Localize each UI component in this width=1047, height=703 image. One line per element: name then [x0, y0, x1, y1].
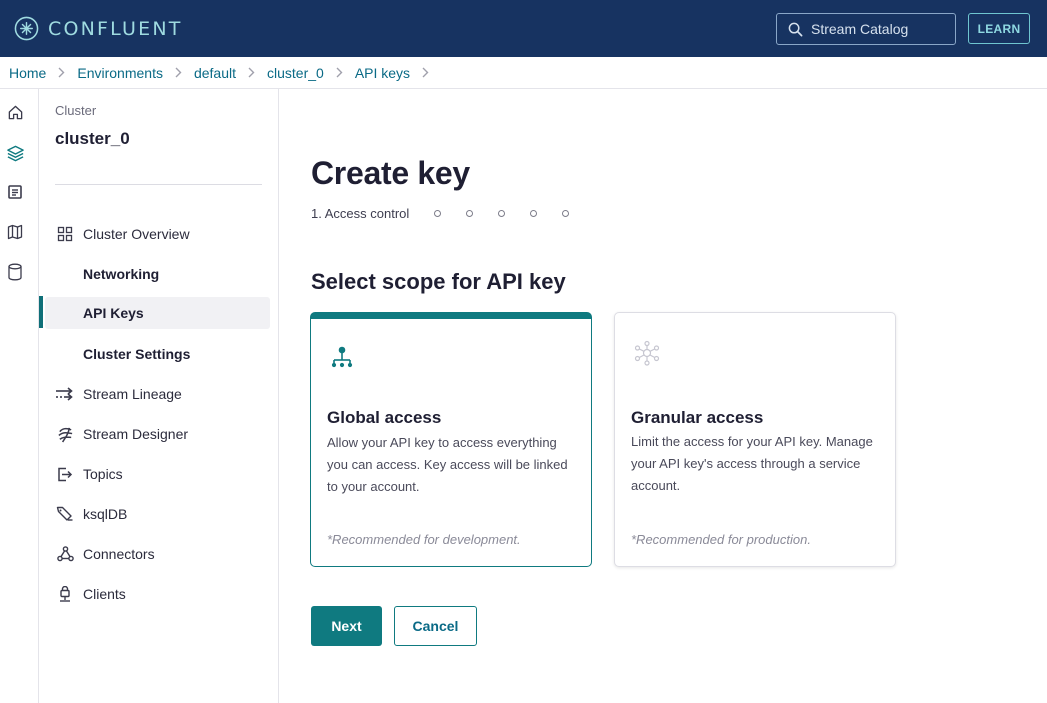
network-icon	[634, 340, 660, 366]
stream-catalog-search[interactable]: Stream Catalog	[776, 13, 956, 45]
sidebar-item-label: Stream Designer	[83, 426, 189, 442]
document-icon[interactable]	[5, 182, 25, 202]
card-title: Granular access	[631, 408, 764, 427]
home-icon[interactable]	[5, 102, 25, 122]
step-dot	[466, 210, 474, 217]
sidebar-item-cluster-settings[interactable]: Cluster Settings	[45, 338, 270, 370]
wizard-stepper: 1. Access control	[311, 206, 570, 221]
icon-rail	[0, 89, 39, 703]
card-note: *Recommended for development.	[327, 532, 521, 547]
breadcrumb: Home Environments default cluster_0 API …	[0, 57, 1047, 89]
card-description: Allow your API key to access everything …	[327, 435, 568, 494]
search-label: Stream Catalog	[811, 21, 909, 37]
learn-button[interactable]: LEARN	[968, 13, 1030, 44]
active-indicator	[39, 296, 43, 328]
step-label: 1. Access control	[311, 206, 410, 221]
sidebar-item-stream-designer[interactable]: Stream Designer	[45, 418, 270, 450]
step-dot	[562, 210, 570, 217]
database-icon[interactable]	[5, 262, 25, 282]
breadcrumb-api-keys[interactable]: API keys	[355, 65, 410, 81]
sidebar-item-label: ksqlDB	[83, 506, 128, 522]
chevron-right-icon	[248, 67, 255, 78]
map-icon[interactable]	[5, 222, 25, 242]
cluster-name: cluster_0	[55, 129, 130, 148]
page-title: Create key	[311, 155, 470, 191]
sidebar-item-api-keys[interactable]: API Keys	[45, 297, 270, 329]
chevron-right-icon	[58, 67, 65, 78]
breadcrumb-environments[interactable]: Environments	[77, 65, 163, 81]
sidebar-divider	[55, 184, 262, 185]
sidebar-item-stream-lineage[interactable]: Stream Lineage	[45, 378, 270, 410]
ksqldb-icon	[55, 504, 75, 524]
sidebar-item-label: Clients	[83, 586, 126, 602]
chevron-right-icon	[422, 67, 429, 78]
card-note: *Recommended for production.	[631, 532, 811, 547]
cancel-button[interactable]: Cancel	[394, 606, 477, 646]
sidebar-item-topics[interactable]: Topics	[45, 458, 270, 490]
search-icon	[788, 22, 803, 36]
logo-text: CONFLUENT	[48, 17, 183, 40]
granular-access-card[interactable]: Granular access Limit the access for you…	[614, 312, 896, 567]
sidebar-item-ksqldb[interactable]: ksqlDB	[45, 498, 270, 530]
cluster-label: Cluster	[55, 103, 97, 118]
cluster-sidebar: Cluster cluster_0 Cluster Overview Netwo…	[39, 89, 279, 703]
sidebar-item-label: Cluster Overview	[83, 226, 190, 242]
breadcrumb-cluster[interactable]: cluster_0	[267, 65, 324, 81]
connectors-icon	[55, 544, 75, 564]
sidebar-item-networking[interactable]: Networking	[45, 258, 270, 290]
step-dot	[498, 210, 506, 217]
sidebar-item-connectors[interactable]: Connectors	[45, 538, 270, 570]
sidebar-item-label: Topics	[83, 466, 123, 482]
card-title: Global access	[327, 408, 442, 427]
sidebar-item-label: Connectors	[83, 546, 155, 562]
chevron-right-icon	[336, 67, 343, 78]
section-title: Select scope for API key	[311, 269, 566, 294]
sidebar-item-label: Stream Lineage	[83, 386, 182, 402]
sidebar-item-clients[interactable]: Clients	[45, 578, 270, 610]
confluent-logo[interactable]: CONFLUENT	[14, 16, 183, 41]
step-dot	[530, 210, 538, 217]
card-description: Limit the access for your API key. Manag…	[631, 434, 873, 493]
breadcrumb-home[interactable]: Home	[9, 65, 46, 81]
designer-icon	[55, 424, 75, 444]
clients-icon	[55, 584, 75, 604]
topics-icon	[55, 464, 75, 484]
grid-icon	[55, 224, 75, 244]
confluent-logo-icon	[14, 16, 39, 41]
layers-icon[interactable]	[5, 143, 25, 163]
next-button[interactable]: Next	[311, 606, 382, 646]
global-access-card[interactable]: Global access Allow your API key to acce…	[310, 312, 592, 567]
lineage-icon	[55, 384, 75, 404]
step-dot	[434, 210, 442, 217]
top-bar: CONFLUENT Stream Catalog LEARN	[0, 0, 1047, 57]
chevron-right-icon	[175, 67, 182, 78]
hierarchy-icon	[331, 346, 353, 368]
sidebar-item-cluster-overview[interactable]: Cluster Overview	[45, 218, 270, 250]
breadcrumb-default[interactable]: default	[194, 65, 236, 81]
